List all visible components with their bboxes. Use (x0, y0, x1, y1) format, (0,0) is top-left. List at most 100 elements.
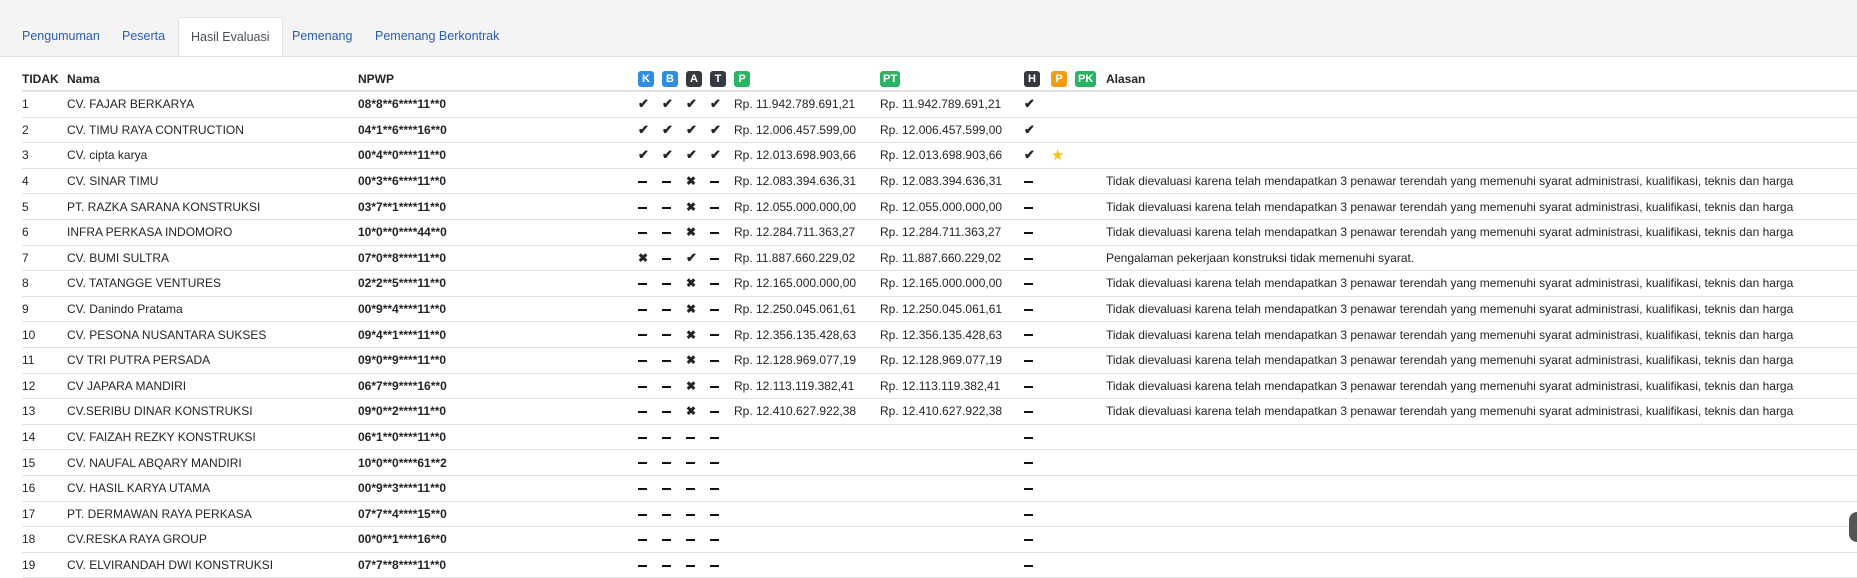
reason-text (1106, 526, 1857, 553)
bidder-npwp: 06*1**0****11**0 (358, 424, 638, 451)
table-row: 3 CV. cipta karya 00*4**0****11**0 ✔ ✔ ✔ ✔ Rp. … (22, 142, 1857, 169)
reason-text (1106, 552, 1857, 578)
reason-text: Tidak dievaluasi karena telah mendapatka… (1106, 270, 1857, 297)
corrected-price: Rp. 12.128.969.077,19 (880, 347, 1024, 374)
evaluation-marks: ✔ ✔ ✔ ✔ (638, 117, 734, 144)
header-eval-badges: KBATP (638, 67, 880, 92)
p-mark (1051, 321, 1075, 348)
header-pk: PK (1075, 67, 1106, 92)
table-row: 7 CV. BUMI SULTRA 07*0**8****11**0 ✖ ✔ Rp. 11… (22, 245, 1857, 272)
row-number: 8 (22, 270, 67, 297)
p-mark (1051, 347, 1075, 374)
bidder-name: CV. ELVIRANDAH DWI KONSTRUKSI (67, 552, 358, 578)
check-icon: ✔ (686, 147, 697, 163)
dash-icon (638, 456, 662, 470)
bidder-name: CV. PESONA NUSANTARA SUKSES (67, 321, 358, 348)
check-icon: ✔ (662, 121, 673, 137)
h-mark: ✔ (1024, 142, 1051, 169)
dash-icon (710, 200, 734, 214)
dash-icon (1024, 558, 1048, 572)
row-number: 6 (22, 219, 67, 246)
cross-icon: ✖ (686, 174, 697, 189)
h-mark (1024, 193, 1051, 220)
pk-mark (1075, 398, 1106, 425)
table-row: 8 CV. TATANGGE VENTURES 02*2**5****11**0 ✖ R… (22, 270, 1857, 297)
dash-icon (710, 174, 734, 188)
dash-icon (662, 507, 686, 521)
bidder-name: INFRA PERKASA INDOMORO (67, 219, 358, 246)
bidder-npwp: 00*9**4****11**0 (358, 296, 638, 323)
dash-icon (1024, 379, 1048, 393)
evaluation-marks: ✖ (638, 373, 734, 400)
scroll-handle[interactable] (1849, 512, 1857, 542)
dash-icon (710, 532, 734, 546)
reason-text (1106, 91, 1857, 118)
corrected-price (880, 424, 1024, 451)
bid-price: Rp. 12.083.394.636,31 (734, 168, 880, 195)
dash-icon (638, 174, 662, 188)
corrected-price: Rp. 12.083.394.636,31 (880, 168, 1024, 195)
p-mark (1051, 526, 1075, 553)
bidder-npwp: 09*0**9****11**0 (358, 347, 638, 374)
row-number: 9 (22, 296, 67, 323)
tab-pemenang-berkontrak[interactable]: Pemenang Berkontrak (363, 17, 511, 56)
reason-text (1106, 142, 1857, 169)
dash-icon (686, 558, 710, 572)
bid-price (734, 501, 880, 528)
h-mark (1024, 219, 1051, 246)
bid-price: Rp. 12.165.000.000,00 (734, 270, 880, 297)
check-icon: ✔ (1024, 147, 1035, 163)
badge-p: P (734, 70, 750, 87)
tab-pemenang[interactable]: Pemenang (280, 17, 364, 56)
h-mark (1024, 347, 1051, 374)
tab-pengumuman[interactable]: Pengumuman (10, 17, 112, 56)
corrected-price: Rp. 12.113.119.382,41 (880, 373, 1024, 400)
table-row: 13 CV.SERIBU DINAR KONSTRUKSI 09*0**2****1… (22, 398, 1857, 425)
dash-icon (710, 379, 734, 393)
bidder-name: CV. SINAR TIMU (67, 168, 358, 195)
dash-icon (662, 353, 686, 367)
tab-bar: Pengumuman Peserta Hasil Evaluasi Pemena… (0, 0, 1857, 57)
bidder-npwp: 09*0**2****11**0 (358, 398, 638, 425)
dash-icon (710, 225, 734, 239)
row-number: 12 (22, 373, 67, 400)
row-number: 4 (22, 168, 67, 195)
p-mark (1051, 168, 1075, 195)
dash-icon (638, 225, 662, 239)
dash-icon (638, 430, 662, 444)
bid-price: Rp. 12.410.627.922,38 (734, 398, 880, 425)
corrected-price (880, 449, 1024, 476)
bid-price (734, 475, 880, 502)
dash-icon (662, 200, 686, 214)
row-number: 1 (22, 91, 67, 118)
bidder-name: PT. DERMAWAN RAYA PERKASA (67, 501, 358, 528)
evaluation-marks: ✖ (638, 347, 734, 374)
row-number: 17 (22, 501, 67, 528)
header-p: P (1051, 67, 1075, 92)
h-mark (1024, 321, 1051, 348)
dash-icon (1024, 353, 1048, 367)
pk-mark (1075, 449, 1106, 476)
p-mark (1051, 373, 1075, 400)
dash-icon (710, 481, 734, 495)
bid-price: Rp. 12.128.969.077,19 (734, 347, 880, 374)
bidder-name: CV. TATANGGE VENTURES (67, 270, 358, 297)
evaluation-marks: ✖ (638, 168, 734, 195)
dash-icon (686, 430, 710, 444)
reason-text: Pengalaman pekerjaan konstruksi tidak me… (1106, 245, 1857, 272)
h-mark (1024, 501, 1051, 528)
evaluation-panel: TIDAK Nama NPWP KBATP PT H P PK Alasan 1… (22, 67, 1857, 578)
dash-icon (710, 302, 734, 316)
dash-icon (662, 456, 686, 470)
pk-mark (1075, 373, 1106, 400)
table-row: 19 CV. ELVIRANDAH DWI KONSTRUKSI 07*7**8**… (22, 552, 1857, 578)
row-number: 10 (22, 321, 67, 348)
evaluation-marks: ✖ ✔ (638, 245, 734, 272)
bidder-name: CV.SERIBU DINAR KONSTRUKSI (67, 398, 358, 425)
tab-hasil-evaluasi[interactable]: Hasil Evaluasi (178, 17, 283, 56)
corrected-price: Rp. 12.250.045.061,61 (880, 296, 1024, 323)
tab-peserta[interactable]: Peserta (110, 17, 177, 56)
dash-icon (1024, 532, 1048, 546)
badge-pk: PK (1075, 70, 1097, 87)
table-row: 16 CV. HASIL KARYA UTAMA 00*9**3****11**0 (22, 475, 1857, 502)
